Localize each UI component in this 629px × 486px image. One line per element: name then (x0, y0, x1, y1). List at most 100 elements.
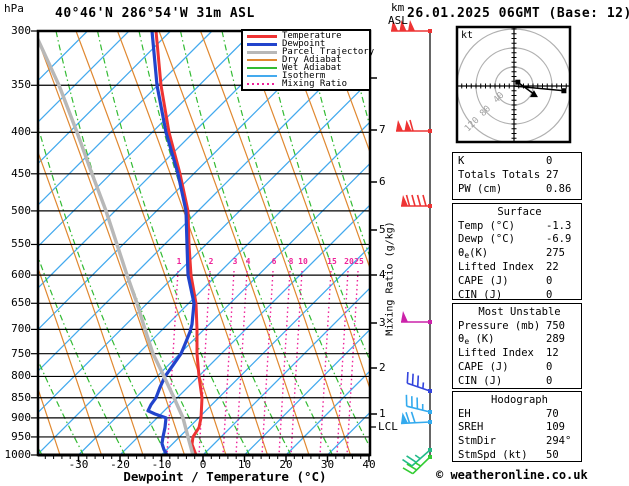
stat-value: 0.86 (546, 182, 572, 195)
stat-value: 0 (546, 289, 553, 302)
stat-label: SREH (458, 421, 484, 434)
hodograph-marker-square (561, 88, 567, 94)
legend-swatch (247, 83, 277, 85)
table-row: θe(K) 275 (458, 247, 581, 261)
stat-value: 50 (546, 449, 559, 462)
stat-label: StmSpd (kt) (458, 449, 528, 462)
legend-swatch (247, 34, 277, 38)
hodograph-marker-square (515, 79, 521, 85)
dry-adiabat-line (116, 31, 269, 455)
stat-label: CAPE (J) (458, 275, 509, 288)
legend-swatch (247, 50, 277, 54)
stat-label: Lifted Index (458, 261, 534, 274)
table-row: StmDir 294° (458, 435, 581, 449)
mixing-ratio-value-label: 25 (354, 257, 364, 266)
legend: Temperature Dewpoint Parcel Trajectory Dry … (241, 29, 374, 91)
pressure-tick-label: 600 (11, 268, 31, 282)
wet-adiabat-line (304, 31, 370, 259)
wind-barb (406, 371, 432, 393)
stat-label: CIN (J) (458, 375, 503, 388)
stat-value: 12 (546, 347, 559, 360)
dry-adiabat-line (158, 31, 310, 455)
wet-adiabat-line (179, 31, 334, 455)
temp-tick-label: -10 (151, 458, 172, 471)
temp-tick-label: -20 (110, 458, 130, 471)
table-header: Surface (497, 206, 542, 218)
temp-tick-label: 10 (237, 458, 252, 471)
mixing-ratio-value-label: 2 (208, 257, 214, 266)
table-row: CIN (J) 0 (458, 289, 581, 303)
page-title: 40°46'N 286°54'W 31m ASL (55, 6, 255, 21)
stat-value: 22 (546, 261, 559, 274)
isotherm-line (38, 121, 370, 455)
mixing-ratio-value-label: 4 (245, 257, 251, 266)
table-row: Lifted Index 12 (458, 347, 581, 361)
mixing-ratio-line (346, 270, 359, 455)
hodograph-plot: 4080120 (458, 28, 569, 141)
legend-item: Mixing Ratio (247, 78, 369, 89)
altitude-unit-asl-label: ASL (388, 14, 408, 27)
stat-value: 27 (546, 168, 559, 181)
stat-label: Lifted Index (458, 347, 534, 360)
table-row: StmSpd (kt) 50 (458, 449, 581, 463)
temp-tick-label: -30 (68, 458, 89, 471)
pressure-tick-label: 300 (11, 24, 31, 37)
mixing-ratio-line (198, 270, 211, 455)
pressure-tick-label: 350 (11, 78, 31, 92)
footer-credit: © weatheronline.co.uk (436, 468, 588, 482)
pressure-tick-label: 650 (11, 296, 31, 310)
pressure-tick-label: 1000 (4, 448, 32, 461)
stat-label: Dewp (°C) (458, 233, 515, 246)
pressure-tick-label: 800 (11, 369, 31, 383)
table-row: EH 70 (458, 408, 581, 422)
stat-value: 109 (546, 421, 565, 434)
pressure-tick-label: 700 (11, 322, 31, 336)
table-row: K0 (458, 155, 581, 169)
km-tick-label: 4 (379, 268, 386, 281)
wind-barb (400, 411, 432, 425)
stat-value: 70 (546, 407, 559, 420)
stat-label: PW (cm) (458, 182, 503, 195)
legend-swatch (247, 67, 277, 69)
pressure-tick-label: 950 (11, 429, 31, 443)
stats-table: Hodograph EH 70 SREH 109 StmDir 294° StmSpd (kt… (452, 391, 582, 462)
dry-adiabat-line (282, 31, 370, 271)
km-tick-label: 3 (379, 316, 386, 329)
wet-adiabat-line (55, 31, 209, 455)
mixing-ratio-line (235, 270, 248, 455)
altitude-unit-km-label: km (391, 1, 405, 14)
stat-value: 0 (546, 155, 553, 167)
legend-swatch (247, 42, 277, 46)
table-row: CAPE (J) 0 (458, 361, 581, 375)
pressure-tick-label: 400 (11, 125, 31, 139)
table-row: Dewp (°C) -6.9 (458, 233, 581, 247)
legend-swatch (247, 59, 277, 61)
temp-tick-label: 40 (362, 458, 376, 471)
stat-label: EH (458, 407, 471, 420)
table-row: Lifted Index 22 (458, 261, 581, 275)
pressure-tick-label: 900 (11, 410, 31, 424)
legend-label: Mixing Ratio (282, 78, 348, 89)
km-tick-label: 6 (379, 175, 386, 188)
stat-value: 0 (546, 361, 553, 374)
table-row: CIN (J) 0 (458, 375, 581, 389)
table-row: SREH 109 (458, 421, 581, 435)
wet-adiabat-line (96, 31, 251, 455)
temp-tick-label: 0 (199, 458, 207, 471)
stat-label: CIN (J) (458, 289, 503, 302)
km-tick-label: 1 (379, 407, 386, 420)
table-row: Pressure (mb) 750 (458, 320, 581, 334)
pressure-tick-label: 550 (11, 237, 31, 251)
pressure-unit-label: hPa (4, 2, 24, 15)
datetime: 26.01.2025 06GMT (Base: 12) (407, 6, 629, 21)
stat-value: 294° (546, 435, 572, 448)
wind-barb (401, 194, 432, 208)
km-tick-label: 2 (379, 361, 386, 374)
stat-label: θe(K) (458, 247, 489, 261)
dry-adiabat-line (75, 31, 227, 455)
wet-adiabat-line (221, 31, 370, 449)
stat-value: 750 (546, 319, 565, 332)
km-tick-label: 7 (379, 123, 386, 136)
stat-label: K (458, 155, 465, 167)
stat-value: 0 (546, 375, 553, 388)
